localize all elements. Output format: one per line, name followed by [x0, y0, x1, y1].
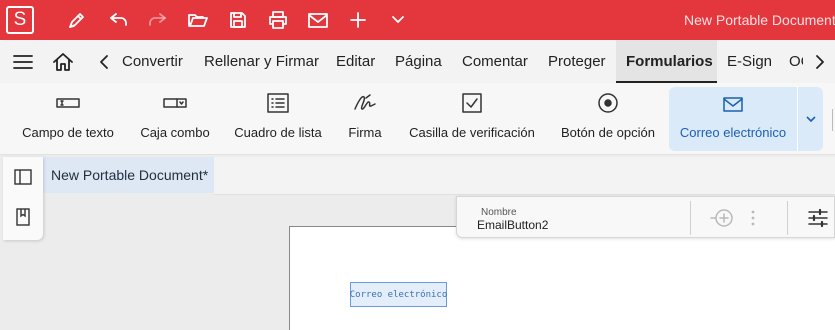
settings-sliders-icon[interactable] — [807, 207, 829, 229]
document-tab[interactable]: New Portable Document* — [43, 157, 214, 193]
print-icon[interactable] — [263, 0, 293, 40]
signature-icon — [352, 83, 378, 123]
mail-icon[interactable] — [303, 0, 333, 40]
signature-label: Firma — [348, 125, 382, 140]
undo-icon[interactable] — [103, 0, 133, 40]
tab-convertir[interactable]: Convertir — [122, 40, 183, 83]
panel-toggle-icon[interactable] — [3, 157, 43, 197]
chevron-down-icon — [805, 116, 816, 123]
combo-box-label: Caja combo — [140, 125, 210, 140]
email-button[interactable]: Correo electrónico — [669, 87, 797, 151]
text-field-icon — [55, 83, 81, 123]
tab-rellenar-y-firmar[interactable]: Rellenar y Firmar — [204, 40, 319, 83]
email-dropdown-button[interactable] — [797, 87, 823, 151]
tab-formularios[interactable]: Formularios — [616, 40, 717, 83]
name-value[interactable]: EmailButton2 — [477, 218, 548, 232]
properties-divider — [787, 201, 788, 235]
name-label: Nombre — [481, 207, 517, 218]
signature-button[interactable]: Firma — [341, 83, 389, 155]
tab-proteger[interactable]: Proteger — [548, 40, 606, 83]
redo-icon[interactable] — [143, 0, 173, 40]
document-tab-strip — [214, 157, 835, 195]
radio-button-icon — [597, 83, 619, 123]
field-properties-bar: Nombre EmailButton2 — [456, 196, 835, 238]
checkbox-icon — [461, 83, 483, 123]
scroll-right-icon[interactable] — [810, 40, 830, 83]
radio-button-button[interactable]: Botón de opción — [557, 83, 659, 155]
list-box-button[interactable]: Cuadro de lista — [230, 83, 326, 155]
chevron-down-icon[interactable] — [383, 0, 413, 40]
pen-icon[interactable] — [62, 0, 92, 40]
tab-pagina[interactable]: Página — [395, 40, 442, 83]
combo-box-button[interactable]: Caja combo — [134, 83, 216, 155]
side-panel — [3, 157, 43, 240]
email-icon — [722, 87, 744, 121]
more-options-icon[interactable] — [747, 207, 759, 229]
tab-ocr[interactable]: OCR — [789, 40, 803, 83]
combo-box-icon — [162, 83, 188, 123]
tab-e-sign[interactable]: E-Sign — [727, 40, 772, 83]
list-box-label: Cuadro de lista — [234, 125, 322, 140]
scroll-left-icon[interactable] — [94, 40, 114, 83]
pdf-page — [289, 226, 835, 330]
list-box-icon — [266, 83, 290, 123]
save-icon[interactable] — [223, 0, 253, 40]
tab-comentar[interactable]: Comentar — [462, 40, 528, 83]
bookmark-icon[interactable] — [3, 197, 43, 237]
hamburger-menu-icon[interactable] — [8, 40, 38, 83]
window-title: New Portable Document — [684, 12, 835, 28]
email-label: Correo electrónico — [679, 125, 787, 140]
add-action-icon[interactable] — [709, 207, 735, 229]
plus-icon[interactable] — [343, 0, 373, 40]
email-form-field[interactable]: Correo electrónico — [350, 282, 447, 307]
app-logo[interactable]: S — [6, 6, 34, 34]
open-folder-icon[interactable] — [183, 0, 213, 40]
text-field-label: Campo de texto — [22, 125, 114, 140]
home-icon[interactable] — [48, 40, 78, 83]
title-bar: S New Portable Document — [0, 0, 835, 40]
tab-editar[interactable]: Editar — [336, 40, 375, 83]
checkbox-button[interactable]: Casilla de verificación — [404, 83, 540, 155]
forms-ribbon: Campo de texto Caja combo Cuadro de list… — [0, 83, 835, 155]
menu-bar: Convertir Rellenar y Firmar Editar Págin… — [0, 40, 835, 83]
checkbox-label: Casilla de verificación — [409, 125, 535, 140]
radio-button-label: Botón de opción — [561, 125, 655, 140]
ribbon-divider — [832, 109, 833, 131]
text-field-button[interactable]: Campo de texto — [18, 83, 118, 155]
properties-divider — [690, 201, 691, 235]
